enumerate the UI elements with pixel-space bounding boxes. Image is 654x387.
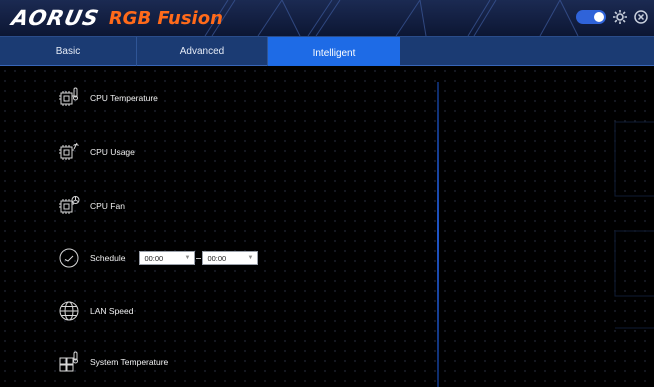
system-temperature-icon — [59, 351, 78, 372]
option-cpu-fan[interactable]: CPU Fan — [58, 194, 125, 218]
cpu-usage-icon — [59, 142, 79, 160]
option-schedule[interactable]: Schedule 00:00 ▼ 00:00 ▼ — [58, 246, 259, 270]
option-label: CPU Usage — [90, 147, 135, 157]
schedule-end-select[interactable]: 00:00 ▼ — [202, 251, 259, 265]
app-title: RGB Fusion — [108, 7, 223, 29]
chevron-down-icon: ▼ — [247, 255, 254, 261]
gear-icon[interactable] — [612, 9, 628, 25]
schedule-start-select[interactable]: 00:00 ▼ — [139, 251, 196, 265]
globe-icon — [59, 301, 79, 321]
power-toggle[interactable] — [576, 10, 606, 24]
tab-bar: Basic Advanced Intelligent — [0, 36, 654, 71]
clock-icon — [59, 248, 79, 268]
tab-basic[interactable]: Basic — [0, 37, 136, 66]
title-bar: AORUS RGB Fusion — [0, 0, 654, 36]
option-cpu-temperature[interactable]: CPU Temperature — [58, 86, 158, 110]
option-label: LAN Speed — [90, 306, 134, 316]
schedule-start-value: 00:00 — [144, 253, 164, 263]
option-label: CPU Temperature — [90, 93, 158, 103]
cpu-temperature-icon — [59, 87, 78, 106]
panel-divider — [437, 82, 439, 387]
close-icon[interactable] — [634, 10, 648, 24]
option-label: CPU Fan — [90, 201, 125, 211]
option-label: System Temperature — [90, 357, 169, 367]
chevron-down-icon: ▼ — [184, 255, 191, 261]
main-panel: CPU Temperature CPU Usage CPU Fan Schedu… — [0, 66, 654, 387]
range-separator — [196, 257, 202, 259]
window-controls — [576, 9, 648, 25]
app-logo: AORUS RGB Fusion — [9, 5, 223, 31]
cpu-fan-icon — [59, 196, 80, 214]
schedule-end-value: 00:00 — [207, 253, 227, 263]
option-lan-speed[interactable]: LAN Speed — [58, 299, 133, 323]
option-label: Schedule — [90, 253, 126, 263]
preview-panel-decoration — [614, 121, 654, 329]
preview-panel — [440, 66, 654, 387]
brand-logo: AORUS — [9, 6, 102, 30]
option-cpu-usage[interactable]: CPU Usage — [58, 140, 135, 164]
schedule-range: 00:00 ▼ 00:00 ▼ — [139, 251, 259, 265]
option-system-temperature[interactable]: System Temperature — [58, 350, 168, 374]
tab-advanced[interactable]: Advanced — [136, 37, 268, 66]
